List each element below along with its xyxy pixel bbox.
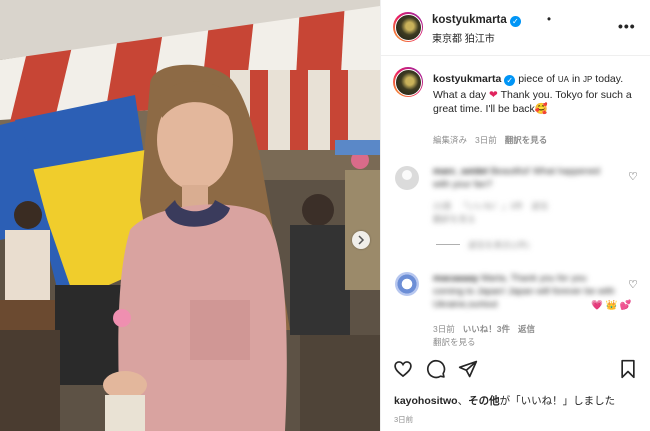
header-separator: •: [547, 14, 552, 26]
post-time[interactable]: 3日前: [394, 414, 413, 425]
photo-image: [0, 0, 380, 431]
comment-like-button[interactable]: ♡: [628, 278, 638, 291]
comment-1-translate[interactable]: 翻訳を見る: [433, 213, 476, 225]
heart-icon: ♡: [628, 171, 638, 183]
comment-1-meta: 22週 「いいね！」3件 返信: [433, 201, 549, 211]
share-icon: [458, 360, 478, 378]
heart-icon: [394, 361, 412, 378]
caption-translate-link[interactable]: 翻訳を見る: [505, 135, 548, 145]
author-username[interactable]: kostyukmarta ✓: [432, 14, 521, 27]
save-button[interactable]: [617, 358, 639, 380]
comment-2-meta: 3日前 いいね！3件 返信: [433, 324, 535, 334]
share-button[interactable]: [457, 358, 479, 380]
post-photo[interactable]: [0, 0, 380, 431]
caption-meta: 編集済み 3日前 翻訳を見る: [433, 135, 548, 145]
bookmark-icon: [621, 359, 635, 379]
like-button[interactable]: [392, 358, 414, 380]
replies-divider: [436, 244, 460, 245]
comment-2-emoji: 💗 👑 💕: [591, 300, 632, 311]
next-photo-button[interactable]: [352, 231, 370, 249]
comment-button[interactable]: [425, 358, 447, 380]
post-sidebar: [380, 0, 650, 431]
red-heart-emoji: ❤: [489, 88, 498, 101]
verified-icon: ✓: [509, 16, 521, 27]
caption-username[interactable]: kostyukmarta: [433, 73, 501, 85]
comment-icon: [426, 359, 446, 379]
more-icon: •••: [618, 18, 636, 34]
view-replies-button[interactable]: 返信を表示(1件): [468, 239, 529, 251]
post-caption: kostyukmarta ✓ piece of UA in JP today. W…: [433, 73, 632, 115]
comment-avatar[interactable]: [395, 166, 419, 190]
liked-by-user[interactable]: kayohositwo: [394, 395, 458, 407]
comment-like-button[interactable]: ♡: [628, 170, 638, 183]
next-arrow-icon: [358, 235, 365, 245]
caption-avatar[interactable]: [393, 67, 423, 97]
comment-2-translate[interactable]: 翻訳を見る: [433, 336, 476, 348]
caption-time[interactable]: 3日前: [475, 135, 497, 145]
comment-avatar[interactable]: [395, 272, 419, 296]
liked-by-text: kayohositwo、その他が「いいね！」しました: [394, 395, 616, 407]
comment-1: marc_seidel Beautiful! What happened wit…: [433, 166, 600, 190]
kiss-emoji: 🥰: [534, 103, 548, 115]
verified-icon: ✓: [504, 75, 516, 86]
instagram-post-window: kostyukmarta ✓ • 東京都 狛江市 ••• kostyukmarta…: [0, 0, 650, 431]
post-location[interactable]: 東京都 狛江市: [432, 30, 495, 45]
author-avatar[interactable]: [393, 12, 423, 42]
more-options-button[interactable]: •••: [618, 18, 636, 34]
liked-by-others[interactable]: その他: [468, 395, 500, 407]
heart-icon: ♡: [628, 279, 638, 291]
